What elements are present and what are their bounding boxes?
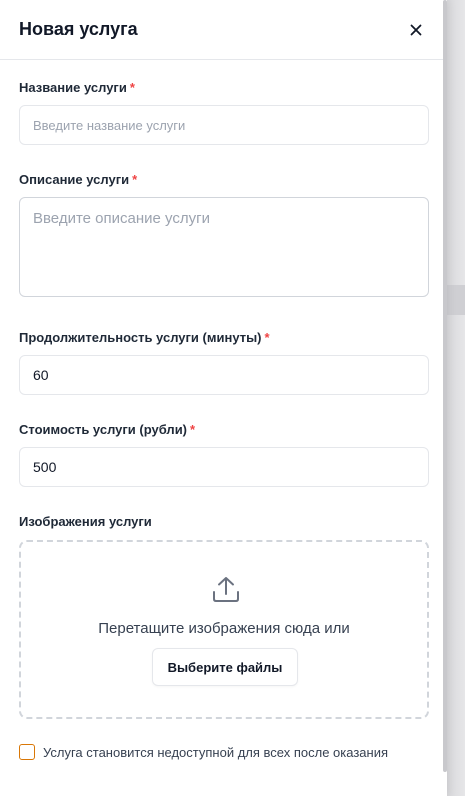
service-duration-label: Продолжительность услуги (минуты) * (19, 330, 270, 345)
close-button[interactable] (404, 18, 428, 42)
service-price-input[interactable]: 500 (19, 447, 429, 487)
close-icon (410, 24, 422, 35)
drop-instructions: Перетащите изображения сюда или (98, 620, 350, 637)
image-dropzone[interactable]: Перетащите изображения сюда или Выберите… (19, 540, 429, 719)
required-mark: * (264, 330, 270, 345)
required-mark: * (132, 172, 138, 187)
panel-scrollbar[interactable] (443, 0, 447, 772)
upload-icon (213, 577, 239, 602)
required-mark: * (129, 80, 135, 95)
service-description-placeholder: Введите описание услуги (33, 210, 210, 227)
unavailable-option[interactable]: Услуга становится недоступной для всех п… (19, 744, 388, 760)
dialog-title: Новая услуга (19, 19, 138, 39)
service-duration-input[interactable]: 60 (19, 355, 429, 395)
service-duration-value: 60 (33, 367, 49, 383)
service-price-label: Стоимость услуги (рубли) * (19, 422, 196, 437)
service-name-input[interactable]: Введите название услуги (19, 105, 429, 145)
page-backdrop (447, 0, 465, 796)
service-description-label: Описание услуги * (19, 172, 138, 187)
service-images-label: Изображения услуги (19, 514, 152, 529)
dialog-header: Новая услуга (0, 0, 447, 60)
new-service-dialog: Новая услуга Название услуги * Введите на… (0, 0, 447, 796)
backdrop-element (447, 285, 465, 315)
choose-files-button[interactable]: Выберите файлы (152, 648, 298, 686)
service-price-value: 500 (33, 459, 57, 475)
required-mark: * (190, 422, 196, 437)
service-description-textarea[interactable]: Введите описание услуги (19, 197, 429, 297)
service-name-placeholder: Введите название услуги (33, 117, 186, 133)
unavailable-checkbox[interactable] (19, 744, 35, 760)
unavailable-checkbox-label: Услуга становится недоступной для всех п… (43, 744, 389, 760)
service-name-label: Название услуги * (19, 80, 135, 95)
